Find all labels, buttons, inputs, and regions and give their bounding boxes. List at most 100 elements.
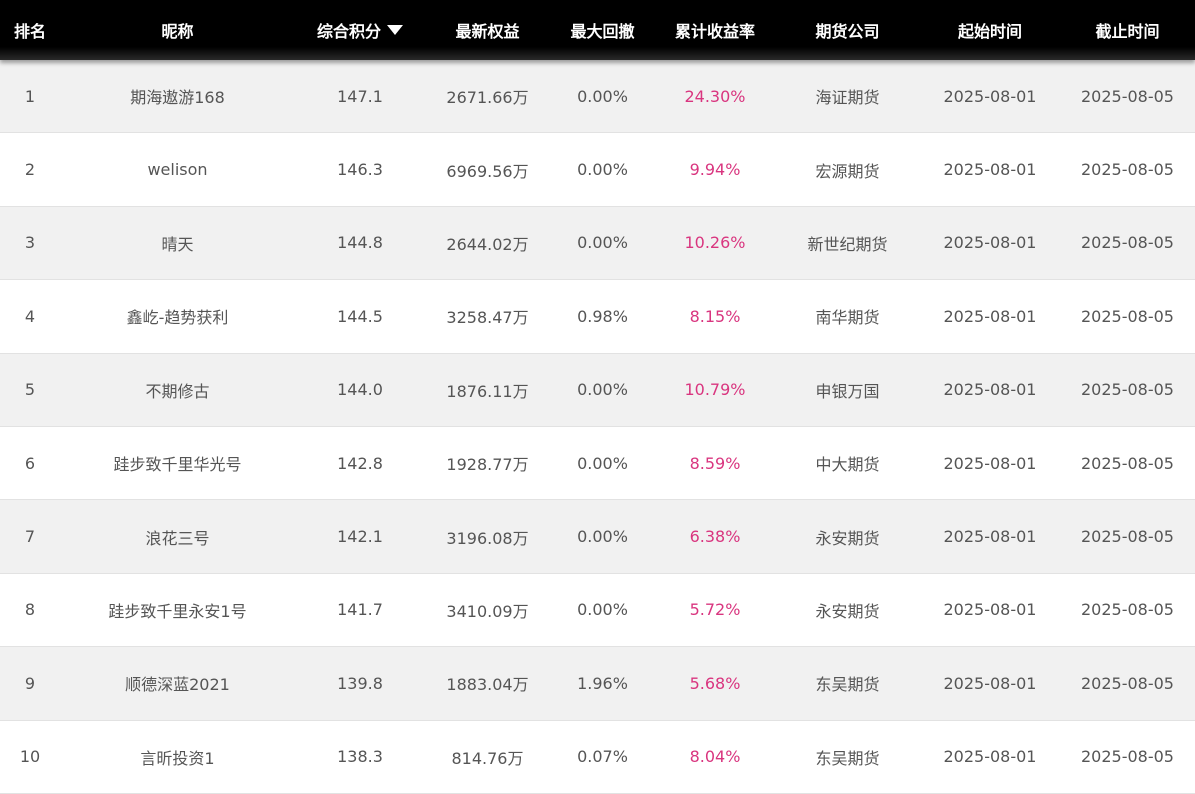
- drawdown-cell: 0.00%: [577, 86, 628, 106]
- header-end[interactable]: 截止时间: [1060, 0, 1195, 60]
- score-cell: 141.7: [337, 600, 383, 620]
- score-cell: 146.3: [337, 160, 383, 180]
- drawdown-cell: 0.00%: [577, 600, 628, 620]
- nickname-cell[interactable]: 跬步致千里永安1号: [60, 574, 295, 646]
- end-date-cell: 2025-08-05: [1081, 160, 1174, 180]
- return-cell: 5.72%: [689, 600, 741, 620]
- nickname-cell[interactable]: 鑫屹-趋势获利: [60, 280, 295, 352]
- nickname-cell[interactable]: 言昕投资1: [60, 721, 295, 793]
- table-row[interactable]: 9 顺德深蓝2021 139.8 1883.04万 1.96% 5.68% 东吴…: [0, 647, 1195, 721]
- start-date-cell: 2025-08-01: [943, 747, 1037, 767]
- start-date-cell: 2025-08-01: [943, 527, 1037, 547]
- score-cell: 139.8: [337, 673, 383, 693]
- drawdown-cell: 0.00%: [577, 527, 628, 547]
- end-date-cell: 2025-08-05: [1081, 600, 1174, 620]
- nickname-cell[interactable]: 顺德深蓝2021: [60, 647, 295, 719]
- table-header: 排名 昵称 综合积分 最新权益 最大回撤 累计收益率 期货公司 起始时间 截止时…: [0, 0, 1195, 60]
- drawdown-cell: 0.00%: [577, 453, 628, 473]
- header-start[interactable]: 起始时间: [920, 0, 1060, 60]
- drawdown-cell: 0.98%: [577, 306, 628, 326]
- end-date-cell: 2025-08-05: [1081, 527, 1174, 547]
- start-date-cell: 2025-08-01: [943, 160, 1037, 180]
- header-score[interactable]: 综合积分: [295, 0, 425, 60]
- equity-cell: 3258.47万: [446, 308, 529, 328]
- table-row[interactable]: 2 welison 146.3 6969.56万 0.00% 9.94% 宏源期…: [0, 133, 1195, 207]
- start-date-cell: 2025-08-01: [943, 673, 1037, 693]
- table-row[interactable]: 6 跬步致千里华光号 142.8 1928.77万 0.00% 8.59% 中大…: [0, 426, 1195, 501]
- rank-cell: 7: [24, 527, 36, 547]
- table-row[interactable]: 10 言昕投资1 138.3 814.76万 0.07% 8.04% 东吴期货 …: [0, 720, 1195, 794]
- table-row[interactable]: 4 鑫屹-趋势获利 144.5 3258.47万 0.98% 8.15% 南华期…: [0, 280, 1195, 354]
- end-date-cell: 2025-08-05: [1081, 86, 1174, 106]
- nickname-cell[interactable]: 不期修古: [60, 354, 295, 426]
- drawdown-cell: 0.00%: [577, 380, 628, 400]
- end-date-cell: 2025-08-05: [1081, 380, 1174, 400]
- company-cell: 永安期货: [815, 528, 880, 548]
- header-company[interactable]: 期货公司: [775, 0, 920, 60]
- start-date-cell: 2025-08-01: [943, 380, 1037, 400]
- nickname-cell[interactable]: 浪花三号: [60, 500, 295, 572]
- nickname-cell[interactable]: 跬步致千里华光号: [60, 427, 295, 499]
- equity-cell: 1883.04万: [446, 675, 529, 695]
- table-row[interactable]: 3 晴天 144.8 2644.02万 0.00% 10.26% 新世纪期货 2…: [0, 206, 1195, 281]
- start-date-cell: 2025-08-01: [943, 600, 1037, 620]
- return-cell: 10.79%: [684, 380, 746, 400]
- nickname-cell[interactable]: 晴天: [60, 207, 295, 279]
- score-cell: 142.8: [337, 453, 383, 473]
- score-cell: 142.1: [337, 527, 383, 547]
- score-cell: 138.3: [337, 747, 383, 767]
- return-cell: 5.68%: [689, 673, 741, 693]
- score-cell: 144.8: [337, 233, 383, 253]
- nickname-cell[interactable]: 期海遨游168: [60, 60, 295, 132]
- table-row[interactable]: 8 跬步致千里永安1号 141.7 3410.09万 0.00% 5.72% 永…: [0, 573, 1195, 648]
- return-cell: 8.04%: [689, 747, 741, 767]
- rank-cell: 9: [24, 673, 36, 693]
- company-cell: 海证期货: [815, 88, 880, 108]
- header-rank[interactable]: 排名: [0, 0, 60, 60]
- table-row[interactable]: 7 浪花三号 142.1 3196.08万 0.00% 6.38% 永安期货 2…: [0, 500, 1195, 574]
- start-date-cell: 2025-08-01: [943, 86, 1037, 106]
- rank-cell: 2: [24, 160, 36, 180]
- end-date-cell: 2025-08-05: [1081, 233, 1174, 253]
- return-cell: 8.15%: [689, 306, 741, 326]
- return-cell: 24.30%: [684, 86, 746, 106]
- score-cell: 147.1: [337, 86, 383, 106]
- drawdown-cell: 0.00%: [577, 233, 628, 253]
- rank-cell: 4: [24, 306, 36, 326]
- rank-cell: 8: [24, 600, 36, 620]
- company-cell: 东吴期货: [815, 748, 880, 768]
- company-cell: 新世纪期货: [807, 234, 888, 254]
- company-cell: 中大期货: [815, 455, 880, 475]
- ranking-table: 排名 昵称 综合积分 最新权益 最大回撤 累计收益率 期货公司 起始时间 截止时…: [0, 0, 1195, 794]
- return-cell: 10.26%: [684, 233, 746, 253]
- end-date-cell: 2025-08-05: [1081, 673, 1174, 693]
- table-body: 1 期海遨游168 147.1 2671.66万 0.00% 24.30% 海证…: [0, 60, 1195, 794]
- end-date-cell: 2025-08-05: [1081, 306, 1174, 326]
- nickname-cell[interactable]: welison: [60, 133, 295, 205]
- end-date-cell: 2025-08-05: [1081, 747, 1174, 767]
- company-cell: 申银万国: [815, 381, 880, 401]
- header-return[interactable]: 累计收益率: [655, 0, 775, 60]
- drawdown-cell: 0.07%: [577, 747, 628, 767]
- header-drawdown[interactable]: 最大回撤: [550, 0, 655, 60]
- return-cell: 9.94%: [689, 160, 741, 180]
- table-row[interactable]: 5 不期修古 144.0 1876.11万 0.00% 10.79% 申银万国 …: [0, 353, 1195, 427]
- rank-cell: 3: [24, 233, 36, 253]
- end-date-cell: 2025-08-05: [1081, 453, 1174, 473]
- header-nickname[interactable]: 昵称: [60, 0, 295, 60]
- rank-cell: 6: [24, 453, 36, 473]
- rank-cell: 5: [24, 380, 36, 400]
- score-cell: 144.0: [337, 380, 383, 400]
- equity-cell: 3410.09万: [446, 601, 529, 621]
- equity-cell: 1876.11万: [446, 381, 529, 401]
- rank-cell: 10: [19, 747, 41, 767]
- equity-cell: 2671.66万: [446, 88, 529, 108]
- equity-cell: 814.76万: [451, 748, 524, 768]
- header-equity[interactable]: 最新权益: [425, 0, 550, 60]
- caret-down-icon[interactable]: [387, 25, 403, 35]
- header-score-label: 综合积分: [316, 22, 381, 41]
- table-row[interactable]: 1 期海遨游168 147.1 2671.66万 0.00% 24.30% 海证…: [0, 60, 1195, 134]
- company-cell: 东吴期货: [815, 675, 880, 695]
- equity-cell: 1928.77万: [446, 455, 529, 475]
- drawdown-cell: 1.96%: [577, 673, 628, 693]
